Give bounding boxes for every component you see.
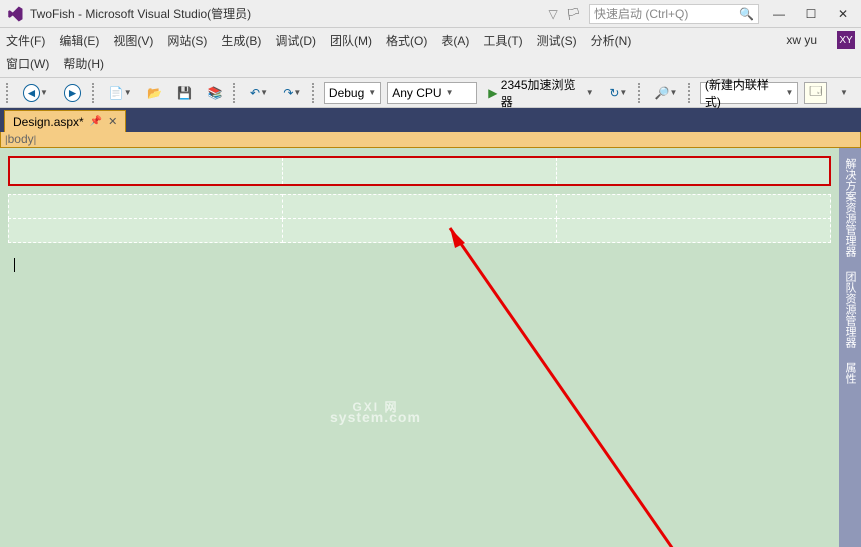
browser-link-button[interactable]: ↻▼ (605, 82, 632, 104)
vs-logo-icon (6, 5, 24, 23)
close-icon[interactable]: ✕ (108, 115, 117, 128)
style-apply-button[interactable]: 🗔 (804, 82, 827, 104)
user-avatar[interactable]: XY (837, 31, 855, 49)
toolbar-grip[interactable] (6, 83, 10, 103)
tab-label: Design.aspx* (13, 115, 84, 129)
run-button[interactable]: ▶ 2345加速浏览器 ▼ (483, 82, 598, 104)
style-dropdown[interactable]: (新建内联样式)▼ (700, 82, 799, 104)
forward-button[interactable]: ► (59, 82, 86, 104)
undo-button[interactable]: ↶▼ (245, 82, 272, 104)
window-title: TwoFish - Microsoft Visual Studio(管理员) (30, 5, 251, 22)
side-tab-properties[interactable]: 属性 (840, 356, 860, 390)
filter-icon[interactable]: ▽ (549, 7, 558, 21)
search-icon: 🔍 (739, 7, 754, 21)
menu-help[interactable]: 帮助(H) (63, 55, 104, 72)
close-button[interactable]: ✕ (831, 4, 855, 24)
menu-table[interactable]: 表(A) (441, 32, 469, 49)
side-tab-solution-explorer[interactable]: 解决方案资源管理器 (840, 152, 860, 263)
toolbar-grip[interactable] (312, 83, 316, 103)
document-tabstrip: Design.aspx* 📌 ✕ (0, 108, 861, 132)
save-all-button[interactable]: 📚 (203, 82, 227, 104)
watermark: GXI 网 system.com (330, 398, 421, 425)
toolbar-grip[interactable] (688, 83, 692, 103)
menu-file[interactable]: 文件(F) (6, 32, 45, 49)
toolbar-grip[interactable] (92, 83, 96, 103)
menu-window[interactable]: 窗口(W) (6, 55, 49, 72)
save-button[interactable]: 💾 (173, 82, 197, 104)
notifications-icon[interactable]: 🏳 (566, 7, 581, 21)
table-element[interactable] (8, 194, 831, 243)
menu-debug[interactable]: 调试(D) (275, 32, 316, 49)
quick-launch-input[interactable]: 快速启动 (Ctrl+Q) 🔍 (589, 4, 759, 24)
toolbar-grip[interactable] (233, 83, 237, 103)
selected-table[interactable] (8, 156, 831, 186)
overflow-button[interactable]: ▼ (833, 82, 855, 104)
minimize-button[interactable]: — (767, 4, 791, 24)
redo-button[interactable]: ↷▼ (279, 82, 306, 104)
menu-build[interactable]: 生成(B) (221, 32, 261, 49)
quick-launch-placeholder: 快速启动 (Ctrl+Q) (594, 5, 739, 22)
user-name[interactable]: xw yu (786, 33, 817, 47)
document-tab[interactable]: Design.aspx* 📌 ✕ (4, 110, 126, 132)
menu-tools[interactable]: 工具(T) (483, 32, 522, 49)
menu-website[interactable]: 网站(S) (167, 32, 207, 49)
design-canvas[interactable]: GXI 网 system.com (0, 148, 839, 547)
menu-format[interactable]: 格式(O) (386, 32, 427, 49)
config-dropdown[interactable]: Debug▼ (324, 82, 381, 104)
new-project-button[interactable]: 📄▼ (104, 82, 136, 104)
toolbar-grip[interactable] (638, 83, 642, 103)
text-cursor (14, 258, 15, 272)
side-tab-team-explorer[interactable]: 团队资源管理器 (840, 265, 860, 354)
platform-dropdown[interactable]: Any CPU▼ (387, 82, 477, 104)
maximize-button[interactable]: ☐ (799, 4, 823, 24)
menu-edit[interactable]: 编辑(E) (59, 32, 99, 49)
menu-view[interactable]: 视图(V) (113, 32, 153, 49)
back-button[interactable]: ◄▼ (18, 82, 53, 104)
open-button[interactable]: 📂 (142, 82, 166, 104)
menu-analyze[interactable]: 分析(N) (591, 32, 632, 49)
menu-team[interactable]: 团队(M) (330, 32, 372, 49)
pin-icon[interactable]: 📌 (90, 116, 102, 127)
find-button[interactable]: 🔎▼ (650, 82, 682, 104)
menu-test[interactable]: 测试(S) (537, 32, 577, 49)
tag-breadcrumb[interactable]: |body| (0, 132, 861, 148)
